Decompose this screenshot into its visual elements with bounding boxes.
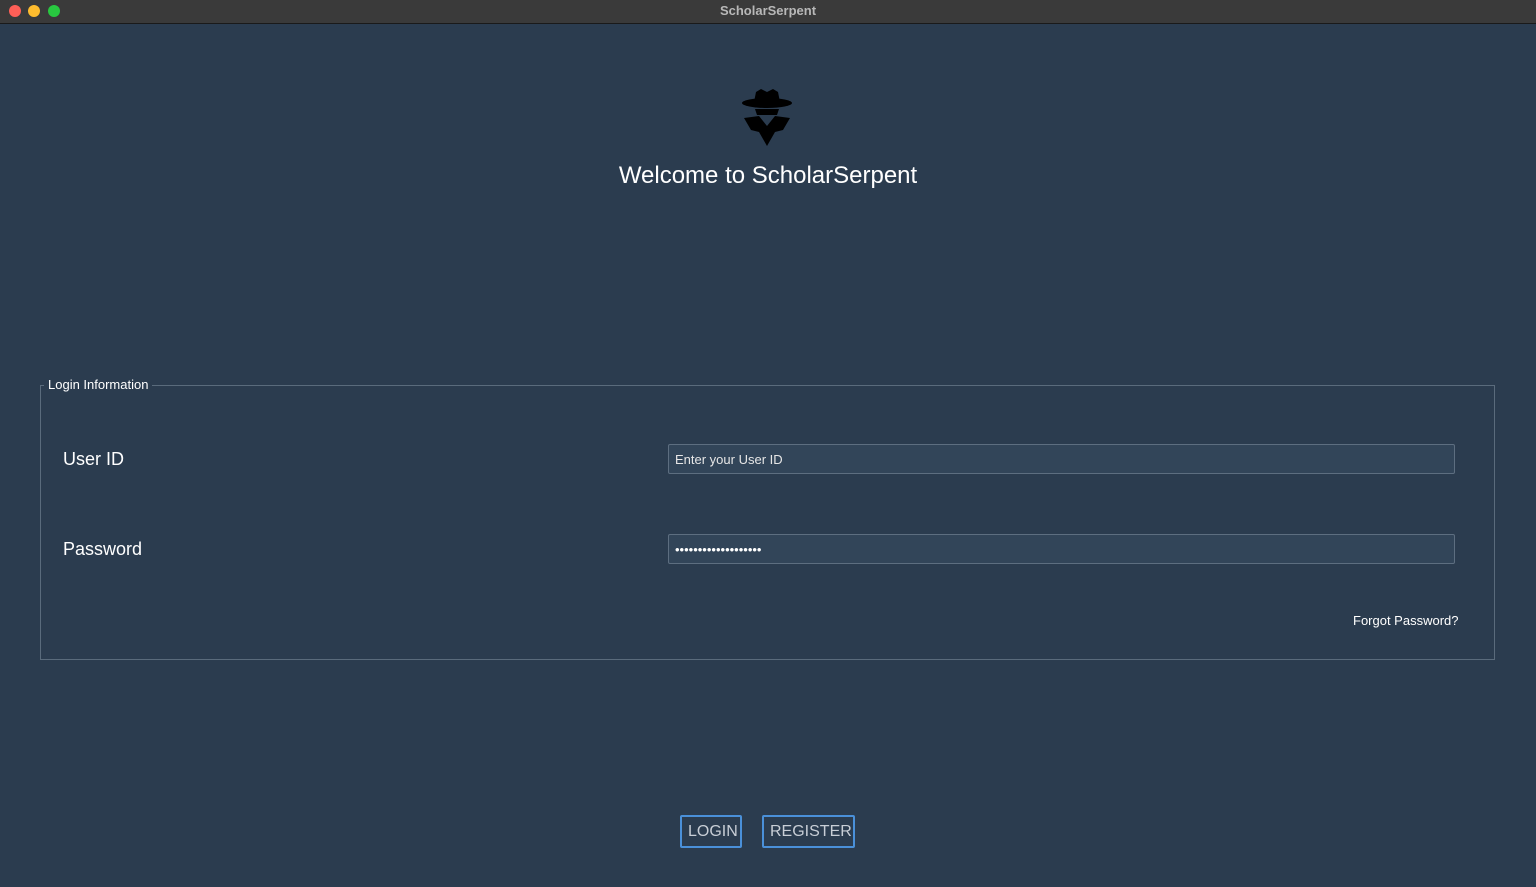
password-label: Password xyxy=(63,539,143,559)
spy-agent-icon xyxy=(741,88,793,148)
login-button[interactable]: LOGIN xyxy=(680,815,742,848)
forgot-password-link[interactable]: Forgot Password? xyxy=(1353,613,1459,628)
user-id-input[interactable] xyxy=(668,444,1455,474)
app-window: ScholarSerpent Welcome to ScholarSerpent… xyxy=(0,0,1536,887)
register-button[interactable]: REGISTER xyxy=(762,815,855,848)
login-information-group xyxy=(40,385,1495,660)
user-id-label: User ID xyxy=(63,449,125,469)
login-information-legend: Login Information xyxy=(44,377,153,392)
welcome-heading: Welcome to ScholarSerpent xyxy=(618,162,918,189)
title-bar[interactable]: ScholarSerpent xyxy=(0,0,1536,24)
password-input[interactable] xyxy=(668,534,1455,564)
window-title: ScholarSerpent xyxy=(719,3,817,18)
